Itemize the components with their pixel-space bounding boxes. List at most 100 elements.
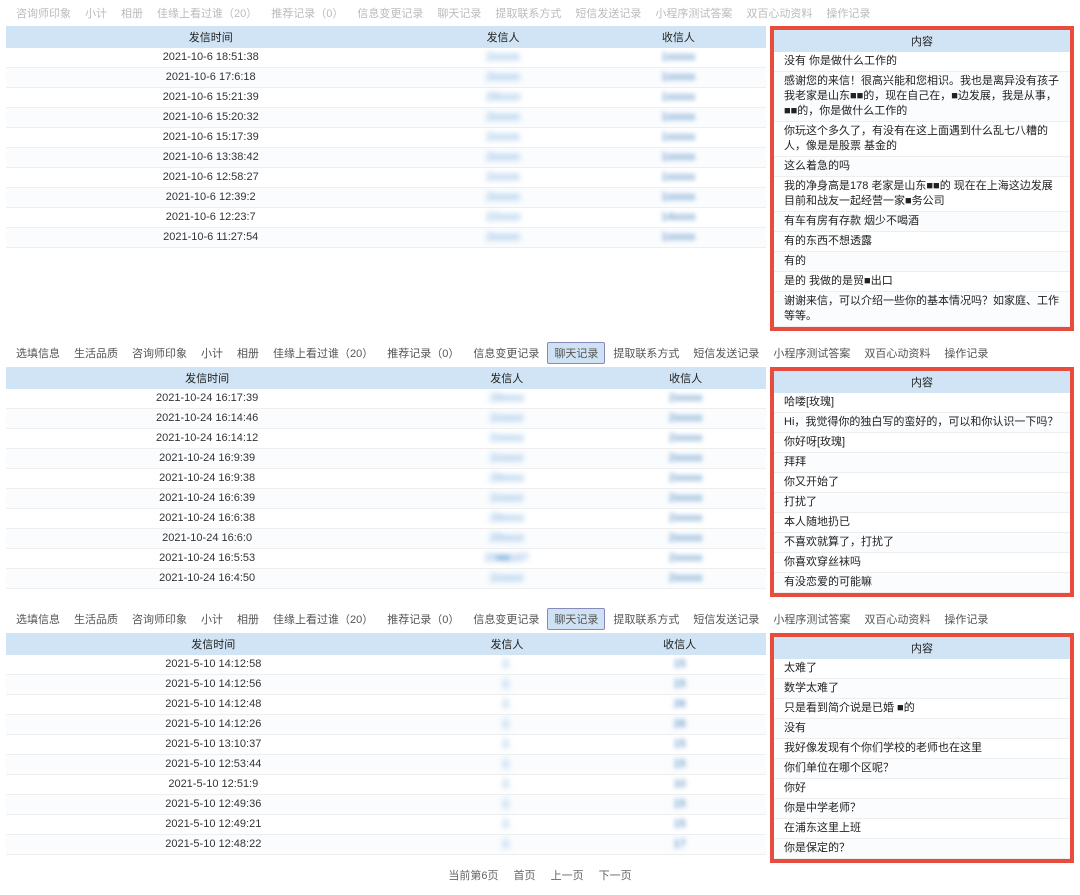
tab-item[interactable]: 聊天记录 [547, 608, 605, 630]
tab-item[interactable]: 推荐记录（0） [381, 343, 465, 363]
cell-time: 2021-10-24 16:9:38 [6, 469, 408, 489]
tab-item[interactable]: 相册 [231, 609, 265, 629]
tab-item[interactable]: 提取联系方式 [489, 3, 567, 23]
tab-item[interactable]: 聊天记录 [431, 3, 487, 23]
tab-item[interactable]: 双百心动资料 [858, 343, 936, 363]
content-cell: 你喜欢穿丝袜吗 [774, 553, 1070, 573]
tab-item[interactable]: 咨询师印象 [126, 609, 193, 629]
content-row: 没有 [774, 719, 1070, 739]
tab-item[interactable]: 咨询师印象 [126, 343, 193, 363]
cell-sender: 29xxxx [408, 509, 605, 529]
tab-item[interactable]: 小计 [195, 609, 229, 629]
tab-item[interactable]: 短信发送记录 [687, 343, 765, 363]
content-cell: 本人随地扔已 [774, 513, 1070, 533]
content-cell: 我的净身高是178 老家是山东■■的 现在在上海这边发展 目前和战友一起经营一家… [774, 177, 1070, 212]
tab-item[interactable]: 生活品质 [68, 609, 124, 629]
content-cell: 拜拜 [774, 453, 1070, 473]
table-row[interactable]: 2021-10-24 16:4:502xxxxx2xxxxx [6, 569, 766, 589]
table-row[interactable]: 2021-10-6 13:38:422xxxxx1xxxxx [6, 148, 766, 168]
tab-item[interactable]: 信息变更记录 [467, 343, 545, 363]
tab-item[interactable]: 生活品质 [68, 343, 124, 363]
table-row[interactable]: 2021-5-10 12:49:362.15 [6, 795, 766, 815]
content-cell: 你玩这个多久了，有没有在这上面遇到什么乱七八糟的人，像是是股票 基金的 [774, 122, 1070, 157]
tab-item[interactable]: 佳缘上看过谁（20） [267, 343, 379, 363]
tab-item[interactable]: 短信发送记录 [569, 3, 647, 23]
table-row[interactable]: 2021-10-24 16:17:3929xxxx2xxxxx [6, 389, 766, 409]
table-row[interactable]: 2021-5-10 12:51:92.10 [6, 775, 766, 795]
table-row[interactable]: 2021-10-24 16:14:462xxxxx2xxxxx [6, 409, 766, 429]
content-table-2: 内容 哈喽[玫瑰]Hi，我觉得你的独白写的蛮好的，可以和你认识一下吗？你好呀[玫… [774, 371, 1070, 593]
tab-item[interactable]: 选填信息 [10, 343, 66, 363]
content-row: 我好像发现有个你们学校的老师也在这里 [774, 739, 1070, 759]
cell-time: 2021-10-6 11:27:54 [6, 228, 415, 248]
tab-item[interactable]: 小程序测试答案 [767, 609, 856, 629]
tab-item[interactable]: 佳缘上看过谁（20） [151, 3, 263, 23]
tab-item[interactable]: 提取联系方式 [607, 609, 685, 629]
tab-item[interactable]: 相册 [115, 3, 149, 23]
pager-next[interactable]: 下一页 [599, 870, 632, 882]
content-cell: 你们单位在哪个区呢？ [774, 759, 1070, 779]
tab-item[interactable]: 咨询师印象 [10, 3, 77, 23]
pager-first[interactable]: 首页 [514, 870, 536, 882]
tab-item[interactable]: 小计 [79, 3, 113, 23]
cell-sender: 2xxxxx [408, 569, 605, 589]
tab-item[interactable]: 小程序测试答案 [767, 343, 856, 363]
tab-item[interactable]: 操作记录 [938, 609, 994, 629]
table-row[interactable]: 2021-5-10 14:12:262.26 [6, 715, 766, 735]
cell-receiver: 2xxxxx [605, 449, 766, 469]
tab-item[interactable]: 操作记录 [820, 3, 876, 23]
tab-item[interactable]: 小程序测试答案 [649, 3, 738, 23]
table-row[interactable]: 2021-10-6 12:58:272xxxxx1xxxxx [6, 168, 766, 188]
content-row: 你们单位在哪个区呢？ [774, 759, 1070, 779]
content-row: 有的 [774, 252, 1070, 272]
table-row[interactable]: 2021-5-10 12:53:442.15 [6, 755, 766, 775]
tab-item[interactable]: 推荐记录（0） [265, 3, 349, 23]
table-row[interactable]: 2021-5-10 13:10:372.15 [6, 735, 766, 755]
cell-time: 2021-10-6 15:17:39 [6, 128, 415, 148]
tab-item[interactable]: 选填信息 [10, 609, 66, 629]
content-cell: 哈喽[玫瑰] [774, 393, 1070, 413]
content-row: 有没恋爱的可能嘛 [774, 573, 1070, 593]
table-row[interactable]: 2021-10-24 16:6:3829xxxx2xxxxx [6, 509, 766, 529]
table-row[interactable]: 2021-5-10 14:12:482.26 [6, 695, 766, 715]
tab-item[interactable]: 佳缘上看过谁（20） [267, 609, 379, 629]
tab-item[interactable]: 聊天记录 [547, 342, 605, 364]
table-row[interactable]: 2021-5-10 14:12:582.15 [6, 655, 766, 675]
table-row[interactable]: 2021-10-24 16:6:392xxxxx2xxxxx [6, 489, 766, 509]
table-row[interactable]: 2021-5-10 14:12:562.15 [6, 675, 766, 695]
tab-item[interactable]: 信息变更记录 [467, 609, 545, 629]
tab-item[interactable]: 相册 [231, 343, 265, 363]
content-cell: 你是中学老师？ [774, 799, 1070, 819]
tab-item[interactable]: 操作记录 [938, 343, 994, 363]
tab-item[interactable]: 双百心动资料 [740, 3, 818, 23]
table-row[interactable]: 2021-10-24 16:9:3829xxxx2xxxxx [6, 469, 766, 489]
table-row[interactable]: 2021-10-24 16:6:029xxxx2xxxxx [6, 529, 766, 549]
table-row[interactable]: 2021-5-10 12:48:222.17 [6, 835, 766, 855]
chat-table-2: 发信时间 发信人 收信人 2021-10-24 16:17:3929xxxx2x… [6, 367, 766, 589]
pager-prev[interactable]: 上一页 [551, 870, 584, 882]
table-row[interactable]: 2021-10-6 15:20:322xxxxx1xxxxx [6, 108, 766, 128]
content-cell: 有车有房有存款 烟少不喝酒 [774, 212, 1070, 232]
tab-item[interactable]: 推荐记录（0） [381, 609, 465, 629]
table-row[interactable]: 2021-10-6 12:39:22xxxxx1xxxxx [6, 188, 766, 208]
tab-item[interactable]: 提取联系方式 [607, 343, 685, 363]
tab-item[interactable]: 短信发送记录 [687, 609, 765, 629]
cell-sender: 2xxxxx [415, 228, 590, 248]
table-row[interactable]: 2021-10-6 11:27:542xxxxx1xxxxx [6, 228, 766, 248]
tab-item[interactable]: 小计 [195, 343, 229, 363]
tab-item[interactable]: 双百心动资料 [858, 609, 936, 629]
table-row[interactable]: 2021-10-6 17:6:182xxxxx1xxxxx [6, 68, 766, 88]
content-cell: 没有 你是做什么工作的 [774, 52, 1070, 72]
cell-time: 2021-5-10 14:12:26 [6, 715, 421, 735]
table-row[interactable]: 2021-10-6 18:51:382xxxxx1xxxxx [6, 48, 766, 68]
table-row[interactable]: 2021-10-24 16:9:392xxxxx2xxxxx [6, 449, 766, 469]
tab-item[interactable]: 信息变更记录 [351, 3, 429, 23]
table-row[interactable]: 2021-10-24 16:14:122xxxxx2xxxxx [6, 429, 766, 449]
table-row[interactable]: 2021-5-10 12:49:212.15 [6, 815, 766, 835]
table-row[interactable]: 2021-10-6 15:21:3929xxxx1xxxxx [6, 88, 766, 108]
table-row[interactable]: 2021-10-6 12:23:722xxxx14xxxx [6, 208, 766, 228]
table-row[interactable]: 2021-10-24 16:5:5329■■1672xxxxx [6, 549, 766, 569]
content-row: 感谢您的来信！很高兴能和您相识。我也是离异没有孩子我老家是山东■■的，现在自己在… [774, 72, 1070, 122]
table-row[interactable]: 2021-10-6 15:17:392xxxxx1xxxxx [6, 128, 766, 148]
content-cell: 有没恋爱的可能嘛 [774, 573, 1070, 593]
